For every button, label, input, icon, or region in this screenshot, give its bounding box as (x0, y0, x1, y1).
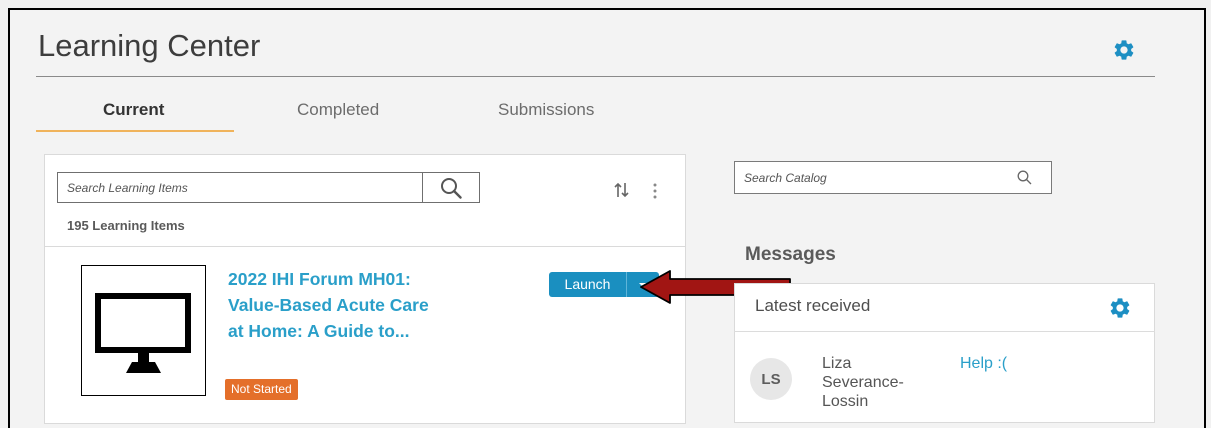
gear-icon[interactable] (1108, 296, 1132, 325)
learning-item-title-line: 2022 IHI Forum MH01: (228, 269, 411, 289)
active-tab-indicator (36, 130, 234, 132)
learning-item-title-line: Value-Based Acute Care (228, 295, 429, 315)
message-sender-line: Severance- (822, 374, 904, 391)
panel-divider (44, 246, 686, 247)
message-subject-link[interactable]: Help :( (960, 355, 1007, 373)
learning-search-input[interactable] (58, 173, 422, 202)
learning-search-button[interactable] (422, 173, 479, 202)
catalog-search-input[interactable] (735, 162, 1005, 193)
messages-divider (734, 331, 1155, 332)
messages-panel-title: Latest received (755, 296, 871, 315)
title-divider (36, 76, 1155, 77)
avatar: LS (750, 358, 792, 400)
monitor-icon (95, 293, 191, 373)
message-sender: Liza Severance- Lossin (822, 354, 904, 411)
gear-icon[interactable] (1112, 38, 1136, 67)
tab-submissions[interactable]: Submissions (498, 100, 594, 120)
catalog-search (734, 161, 1052, 194)
status-badge: Not Started (225, 379, 298, 400)
learning-item-title-line: at Home: A Guide to... (228, 321, 410, 341)
tab-completed[interactable]: Completed (297, 100, 379, 120)
messages-heading: Messages (745, 244, 836, 265)
message-sender-line: Liza (822, 355, 852, 372)
learning-items-count: 195 Learning Items (67, 218, 185, 233)
tab-current[interactable]: Current (103, 100, 164, 120)
message-sender-line: Lossin (822, 393, 869, 410)
learning-item-title[interactable]: 2022 IHI Forum MH01: Value-Based Acute C… (228, 266, 518, 344)
page-title: Learning Center (38, 28, 261, 63)
launch-button[interactable]: Launch (549, 272, 626, 297)
search-icon[interactable] (1017, 170, 1032, 190)
learning-item-thumbnail[interactable] (81, 265, 206, 396)
more-vertical-icon[interactable] (652, 182, 658, 205)
sort-icon[interactable] (614, 181, 630, 204)
learning-search (57, 172, 480, 203)
search-icon (441, 177, 462, 199)
